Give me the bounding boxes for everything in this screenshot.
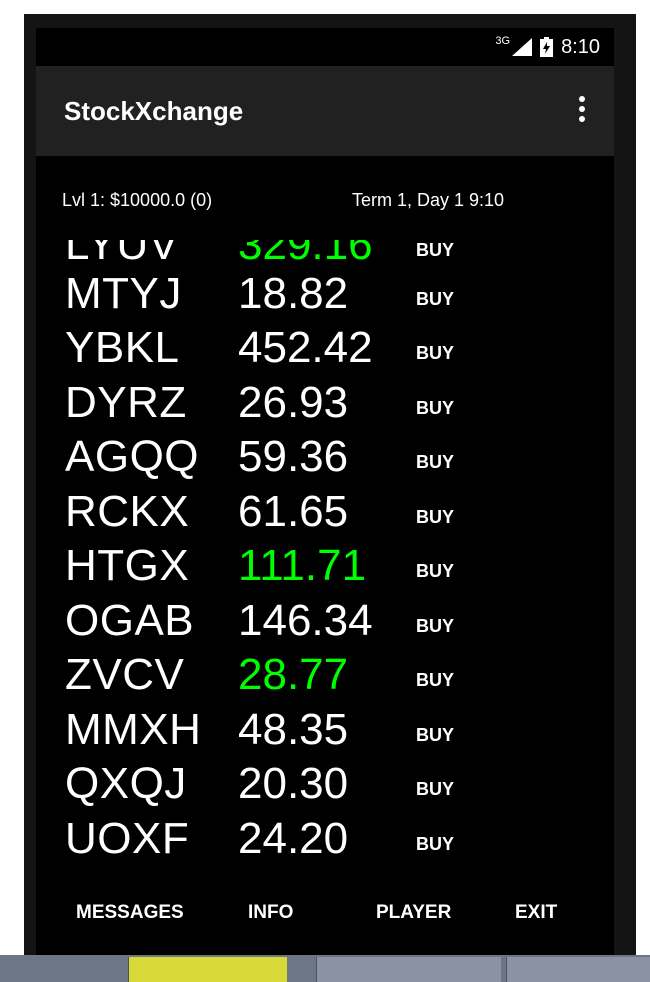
player-info-row: Lvl 1: $10000.0 (0) Term 1, Day 1 9:10 bbox=[36, 156, 614, 240]
stock-row: QXQJ 20.30 BUY bbox=[36, 757, 614, 811]
taskbar-app-button[interactable] bbox=[316, 957, 501, 982]
buy-button[interactable]: BUY bbox=[416, 505, 454, 529]
stock-price: 26.93 bbox=[238, 378, 349, 427]
stock-ticker: ZVCV bbox=[65, 650, 185, 699]
stock-row: HTGX 111.71 BUY bbox=[36, 539, 614, 593]
stock-ticker: UOXF bbox=[65, 814, 190, 863]
stock-price: 48.35 bbox=[238, 705, 349, 754]
stock-price: 59.36 bbox=[238, 432, 349, 481]
stock-price: 24.20 bbox=[238, 814, 349, 863]
stock-ticker: AGQQ bbox=[65, 432, 200, 481]
stock-price: 20.30 bbox=[238, 759, 349, 808]
buy-button[interactable]: BUY bbox=[416, 287, 454, 311]
stock-row: ZVCV 28.77 BUY bbox=[36, 648, 614, 702]
buy-button[interactable]: BUY bbox=[416, 396, 454, 420]
messages-button[interactable]: MESSAGES bbox=[76, 902, 184, 924]
buy-button[interactable]: BUY bbox=[416, 668, 454, 692]
overflow-menu-icon[interactable] bbox=[576, 96, 588, 126]
buy-button[interactable]: BUY bbox=[416, 341, 454, 365]
stock-price: 452.42 bbox=[238, 323, 373, 372]
phone-screen: 3G 8:10 StockXchange Lvl 1: $10000.0 (0)… bbox=[36, 28, 614, 955]
stock-price: 61.65 bbox=[238, 487, 349, 536]
exit-button[interactable]: EXIT bbox=[515, 902, 557, 924]
stock-row: UOXF 24.20 BUY bbox=[36, 812, 614, 866]
stock-ticker: OGAB bbox=[65, 596, 195, 645]
stock-price: 111.71 bbox=[238, 541, 367, 590]
stock-ticker: RCKX bbox=[65, 487, 190, 536]
player-button[interactable]: PLAYER bbox=[376, 902, 451, 924]
stock-ticker: QXQJ bbox=[65, 759, 187, 808]
battery-icon bbox=[540, 37, 554, 57]
taskbar-app-button[interactable] bbox=[128, 957, 287, 982]
stock-ticker: DYRZ bbox=[65, 378, 187, 427]
network-type: 3G bbox=[495, 35, 511, 47]
buy-button[interactable]: BUY bbox=[416, 832, 454, 856]
stock-row: YBKL 452.42 BUY bbox=[36, 321, 614, 375]
stock-list[interactable]: LYUV 329.16 BUY MTYJ 18.82 BUY YBKL 452.… bbox=[36, 240, 614, 872]
status-icons: 3G 8:10 bbox=[495, 34, 600, 60]
stock-price: 18.82 bbox=[238, 269, 349, 318]
stock-ticker: MMXH bbox=[65, 705, 202, 754]
info-button[interactable]: INFO bbox=[248, 902, 293, 924]
stock-ticker: YBKL bbox=[65, 323, 180, 372]
bottom-nav: MESSAGES INFO PLAYER EXIT bbox=[36, 878, 614, 944]
level-balance: Lvl 1: $10000.0 (0) bbox=[62, 190, 213, 210]
stock-ticker: MTYJ bbox=[65, 269, 182, 318]
app-title: StockXchange bbox=[64, 96, 244, 126]
stock-row: DYRZ 26.93 BUY bbox=[36, 376, 614, 430]
stock-price: 28.77 bbox=[238, 650, 349, 699]
buy-button[interactable]: BUY bbox=[416, 559, 454, 583]
term-day-time: Term 1, Day 1 9:10 bbox=[352, 190, 505, 210]
stock-row: RCKX 61.65 BUY bbox=[36, 485, 614, 539]
buy-button[interactable]: BUY bbox=[416, 450, 454, 474]
stock-row: MMXH 48.35 BUY bbox=[36, 703, 614, 757]
status-bar: 3G 8:10 bbox=[36, 28, 614, 66]
stock-row: MTYJ 18.82 BUY bbox=[36, 267, 614, 321]
app-bar: StockXchange bbox=[36, 66, 614, 156]
stock-ticker: HTGX bbox=[65, 541, 190, 590]
signal-icon bbox=[512, 38, 533, 56]
host-taskbar bbox=[0, 955, 650, 982]
buy-button[interactable]: BUY bbox=[416, 723, 454, 747]
stock-row: AGQQ 59.36 BUY bbox=[36, 430, 614, 484]
buy-button[interactable]: BUY bbox=[416, 240, 454, 262]
stock-price: 146.34 bbox=[238, 596, 373, 645]
taskbar-app-button[interactable] bbox=[506, 957, 650, 982]
buy-button[interactable]: BUY bbox=[416, 777, 454, 801]
stock-row: OGAB 146.34 BUY bbox=[36, 594, 614, 648]
clock: 8:10 bbox=[561, 35, 600, 58]
buy-button[interactable]: BUY bbox=[416, 614, 454, 638]
